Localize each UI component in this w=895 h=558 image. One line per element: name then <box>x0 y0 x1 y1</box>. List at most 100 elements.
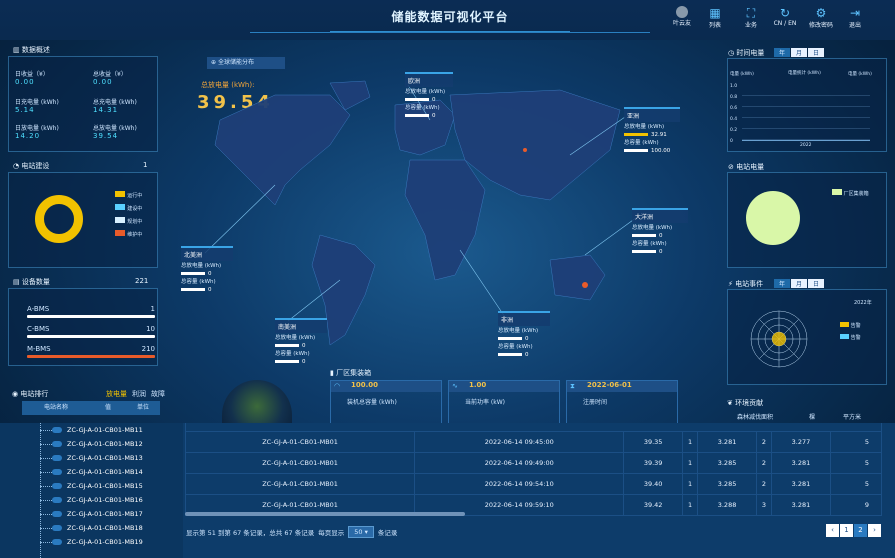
tree-item[interactable]: ZC-GJ-A-01-CB01-MB12 <box>0 437 183 451</box>
tree-item[interactable]: ZC-GJ-A-01-CB01-MB13 <box>0 451 183 465</box>
env-title-text: 环境贡献 <box>735 399 764 407</box>
time-power-chart <box>742 85 870 141</box>
data-table: ZC-GJ-A-01-CB01-MB01 2022-06-14 09:45:00 3… <box>184 423 883 516</box>
total-charge-value: 14.31 <box>93 106 119 114</box>
station-power-title: ⊘ 电站电量 <box>728 162 764 172</box>
col-value: 值 <box>104 404 111 411</box>
per-page-select[interactable]: 50 ▾ <box>348 526 374 538</box>
station-power-pie <box>746 191 800 245</box>
tab-fault[interactable]: 故障 <box>151 389 165 399</box>
global-distribution-badge: ⊕ 全球储能分布 <box>207 57 285 69</box>
region-oceania-v2: 0 <box>659 249 663 255</box>
region-south-america-v2: 0 <box>302 359 306 365</box>
refresh-icon: ↻ <box>779 6 791 20</box>
daily-discharge-label: 日放电量 (kWh) <box>15 125 59 132</box>
tree-item[interactable]: ZC-GJ-A-01-CB01-MB11 <box>0 423 183 437</box>
region-asia-name: 亚洲 <box>624 107 680 122</box>
tree-item-label: ZC-GJ-A-01-CB01-MB12 <box>67 440 143 448</box>
cell-time: 2022-06-14 09:45:00 <box>414 430 625 453</box>
tab-discharge[interactable]: 放电量 <box>106 389 127 399</box>
tree-item[interactable]: ZC-GJ-A-01-CB01-MB14 <box>0 465 183 479</box>
language-button[interactable]: ↻ CN / EN <box>768 6 802 34</box>
tab-day[interactable]: 日 <box>808 48 824 57</box>
container-icon: ▮ <box>330 369 334 377</box>
tab-year[interactable]: 年 <box>774 279 790 288</box>
cell-value: 5 <box>829 472 883 495</box>
globe-icon: ⊕ <box>211 59 217 66</box>
overview-title: ▥ 数据概述 <box>13 45 50 55</box>
per-page-suffix: 条记录 <box>377 529 398 537</box>
region-north-america-l1: 总放电量 (kWh) <box>181 263 222 269</box>
tab-month[interactable]: 月 <box>791 48 807 57</box>
region-south-america: 南美洲 总放电量 (kWh) 0 总容量 (kWh) 0 <box>275 318 327 365</box>
tab-month[interactable]: 月 <box>791 279 807 288</box>
cbms-row: C-BMS 10 <box>27 325 155 338</box>
africa-leader-line <box>459 249 506 318</box>
prev-page-button[interactable]: ‹ <box>826 524 839 537</box>
legend-maintenance: 维护中 <box>115 230 142 243</box>
legend-running: 运行中 <box>115 191 142 204</box>
total-discharge: 总放电量 (kWh) 39.54 <box>93 123 137 140</box>
cell-value: 3.285 <box>697 451 757 474</box>
node-icon <box>52 483 62 489</box>
tree-item[interactable]: ZC-GJ-A-01-CB01-MB16 <box>0 493 183 507</box>
cell-value: 3.281 <box>697 430 757 453</box>
events-panel: ⚡ 电站事件 年 月 日 2022年 告警 告警 <box>727 279 887 385</box>
total-charge-label: 总充电量 (kWh) <box>93 99 137 106</box>
table-row[interactable]: ZC-GJ-A-01-CB01-MB01 2022-06-14 09:45:00 3… <box>184 430 883 453</box>
cell-value: 3.281 <box>771 451 831 474</box>
events-title: ⚡ 电站事件 <box>728 279 763 289</box>
node-icon <box>52 539 62 545</box>
cell-value: 2 <box>755 430 773 453</box>
logout-button[interactable]: ⇥ 退出 <box>842 6 868 34</box>
register-label: 注册时间 <box>583 399 608 406</box>
cbms-label: C-BMS <box>27 325 50 333</box>
tab-day[interactable]: 日 <box>808 279 824 288</box>
tree-item[interactable]: ZC-GJ-A-01-CB01-MB19 <box>0 535 183 549</box>
y-tick: 0.2 <box>730 128 738 133</box>
tab-year[interactable]: 年 <box>774 48 790 57</box>
next-page-button[interactable]: › <box>868 524 881 537</box>
change-password-label: 修改密码 <box>808 22 833 29</box>
table-row[interactable]: ZC-GJ-A-01-CB01-MB01 2022-06-14 09:49:00 3… <box>184 451 883 474</box>
cell-device: ZC-GJ-A-01-CB01-MB01 <box>184 451 416 474</box>
horizontal-scrollbar[interactable] <box>185 512 465 516</box>
region-europe-l2: 总容量 (kWh) <box>405 105 440 111</box>
business-button[interactable]: ⛶ 业务 <box>736 6 766 34</box>
cell-value: 1 <box>681 430 699 453</box>
pagination-info: 显示第 51 到第 67 条记录，总共 67 条记录 每页显示 50 ▾ 条记录 <box>186 526 397 538</box>
change-password-button[interactable]: ⚙ 修改密码 <box>804 6 838 34</box>
region-africa: 非洲 总放电量 (kWh) 0 总容量 (kWh) 0 <box>498 311 550 358</box>
cell-value: 3 <box>755 493 773 516</box>
legend-building: 建设中 <box>115 204 142 217</box>
region-south-america-name: 南美洲 <box>275 318 327 333</box>
tree-item-label: ZC-GJ-A-01-CB01-MB13 <box>67 454 143 462</box>
region-africa-bar2 <box>498 352 522 356</box>
tree-item[interactable]: ZC-GJ-A-01-CB01-MB17 <box>0 507 183 521</box>
station-power-legend: 厂区集装箱 <box>832 189 869 197</box>
page-1-button[interactable]: 1 <box>840 524 853 537</box>
col-station-name: 电站名称 <box>43 404 68 411</box>
devices-total: 221 <box>135 277 149 285</box>
daily-discharge-value: 14.20 <box>15 132 41 140</box>
gauge-icon: ◔ <box>13 162 20 170</box>
region-south-america-l2: 总容量 (kWh) <box>275 351 310 357</box>
legend-building-label: 建设中 <box>127 206 143 212</box>
time-power-tabs: 年 月 日 <box>774 48 824 57</box>
region-asia-bar1 <box>624 132 648 136</box>
tab-profit[interactable]: 利润 <box>132 389 146 399</box>
list-button[interactable]: ▦ 列表 <box>700 6 730 34</box>
station-power-legend-label: 厂区集装箱 <box>843 191 869 197</box>
page-2-button[interactable]: 2 <box>854 524 867 537</box>
time-power-title-text: 时间电量 <box>736 49 765 57</box>
table-row-partial <box>185 423 882 432</box>
region-asia-v2: 100.00 <box>651 148 671 154</box>
user-button[interactable]: 叶云友 <box>668 6 696 34</box>
pagination-controls: ‹ 1 2 › <box>826 524 881 537</box>
table-row[interactable]: ZC-GJ-A-01-CB01-MB01 2022-06-14 09:54:10 3… <box>184 472 883 495</box>
region-oceania-name: 大洋洲 <box>632 208 688 223</box>
region-north-america-bar2 <box>181 287 205 291</box>
tree-item[interactable]: ZC-GJ-A-01-CB01-MB15 <box>0 479 183 493</box>
tree-item[interactable]: ZC-GJ-A-01-CB01-MB18 <box>0 521 183 535</box>
chart-title: 电量统计 (kWh) <box>788 71 821 76</box>
